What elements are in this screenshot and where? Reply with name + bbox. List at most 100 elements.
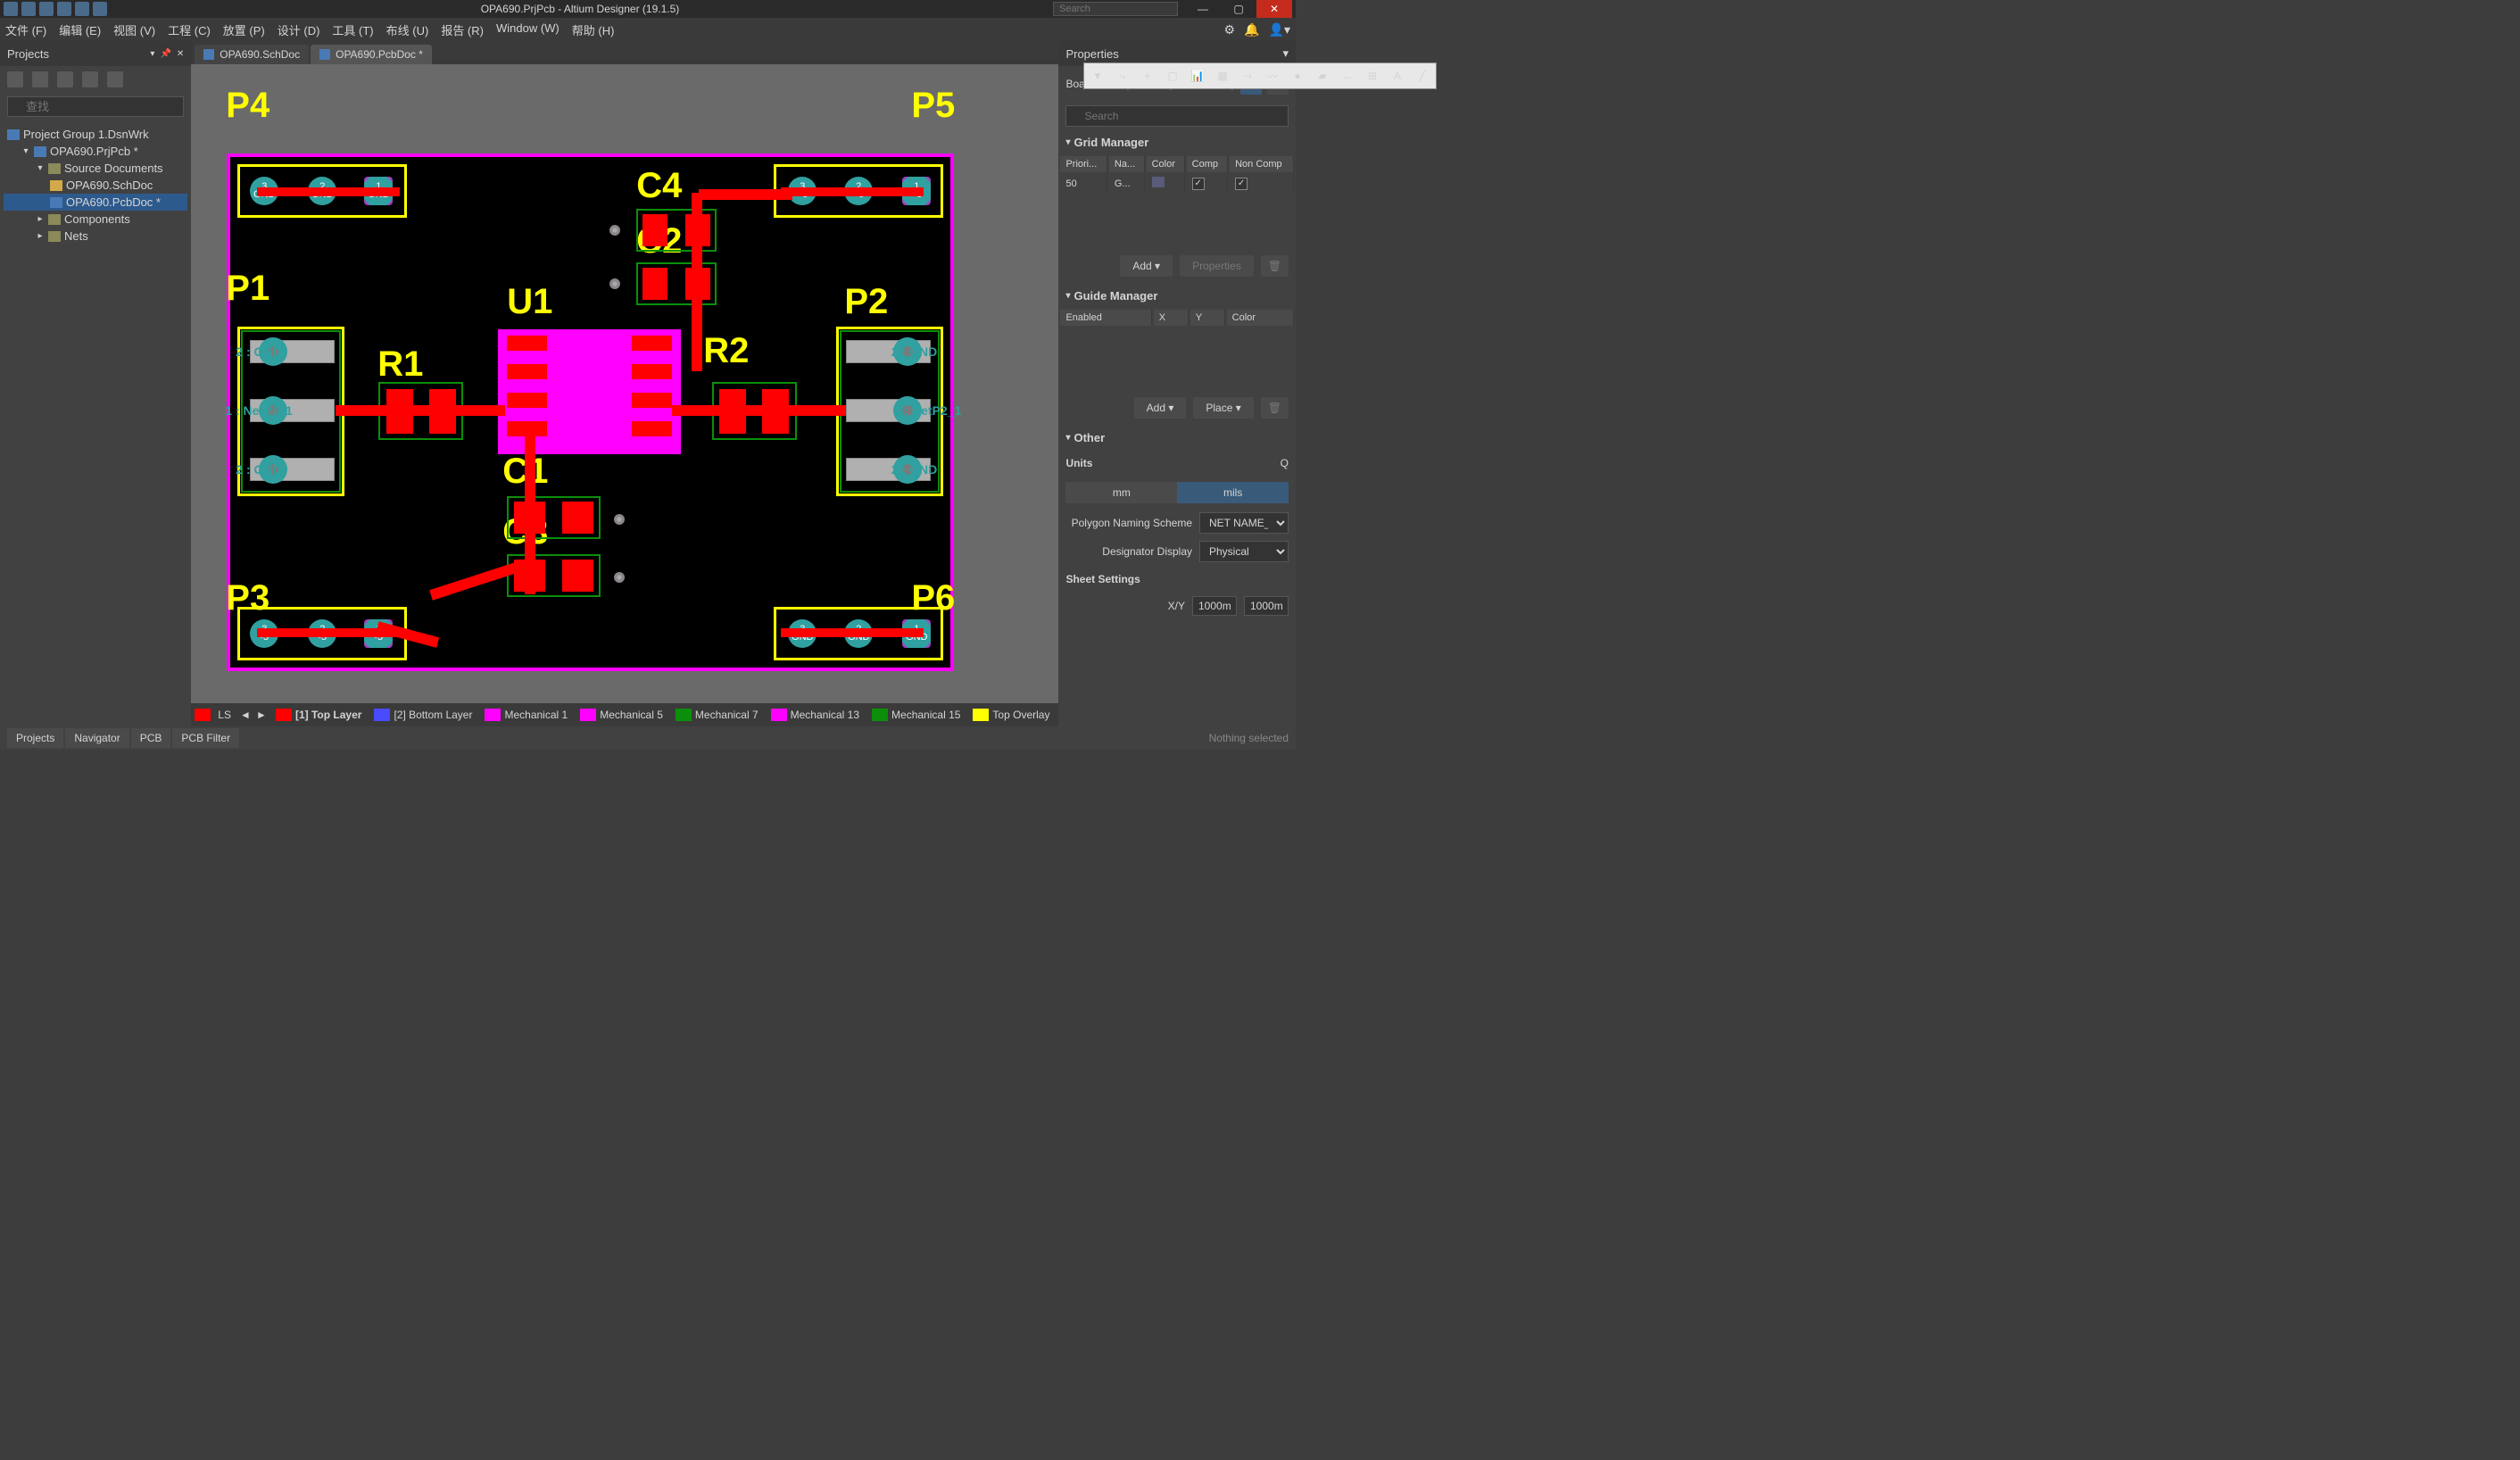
delete-guide-button[interactable]: 🗑 [1261,397,1289,419]
toolbar-icon[interactable] [7,71,23,87]
panel-menu-icon[interactable]: ▾ [1282,46,1289,61]
text-icon[interactable]: A [1386,65,1409,87]
pad-c2[interactable] [642,268,667,300]
properties-button[interactable]: Properties [1180,255,1254,277]
track[interactable] [692,193,702,371]
qat-icon[interactable] [75,2,89,16]
status-tab-projects[interactable]: Projects [7,728,63,748]
tree-project[interactable]: ▾OPA690.PrjPcb * [4,143,187,160]
menu-tools[interactable]: 工具 (T) [332,21,373,38]
grid-table[interactable]: Priori... Na... Color Comp Non Comp 50 G… [1058,154,1296,195]
noncomp-checkbox[interactable]: ✓ [1235,178,1248,190]
track[interactable] [699,189,792,200]
des-p1[interactable]: P1 [226,269,269,309]
layer-m5[interactable]: Mechanical 5 [575,707,668,723]
col-enabled[interactable]: Enabled [1060,310,1151,326]
place-line-icon[interactable]: + [1136,65,1159,87]
layer-top[interactable]: [1] Top Layer [270,707,367,723]
col-color[interactable]: Color [1227,310,1294,326]
route-icon[interactable]: ⤳ [1236,65,1259,87]
col-noncomp[interactable]: Non Comp [1230,156,1294,172]
via[interactable] [614,572,625,583]
pad-u1[interactable] [632,421,672,436]
projects-search[interactable] [7,96,184,117]
maximize-button[interactable]: ▢ [1221,0,1256,18]
pad-u1[interactable] [632,336,672,351]
menu-view[interactable]: 视图 (V) [113,21,155,38]
via[interactable] [609,225,620,236]
qat-icon[interactable] [4,2,18,16]
menu-design[interactable]: 设计 (D) [278,21,320,38]
place-dim-icon[interactable]: 📊 [1186,65,1209,87]
des-u1[interactable]: U1 [507,282,552,322]
qat-icon[interactable] [39,2,54,16]
col-priority[interactable]: Priori... [1060,156,1107,172]
tree-components[interactable]: ▸Components [4,211,187,228]
status-tab-filter[interactable]: PCB Filter [172,728,239,748]
add-guide-button[interactable]: Add ▾ [1134,397,1187,419]
des-c4[interactable]: C4 [636,166,682,206]
des-p2[interactable]: P2 [844,282,888,322]
close-button[interactable]: ✕ [1256,0,1292,18]
section-guide-manager[interactable]: Guide Manager [1058,284,1296,308]
y-input[interactable] [1244,596,1289,616]
menu-reports[interactable]: 报告 (R) [441,21,484,38]
track[interactable] [336,405,505,416]
add-button[interactable]: Add ▾ [1120,255,1173,277]
pad-u1[interactable] [507,336,547,351]
layer-m15[interactable]: Mechanical 15 [866,707,966,723]
pad-u1[interactable] [632,364,672,379]
track[interactable] [781,628,924,637]
col-x[interactable]: X [1154,310,1189,326]
panel-menu-icon[interactable]: ▾ [150,49,154,59]
des-r1[interactable]: R1 [377,344,423,385]
layer-bottom[interactable]: [2] Bottom Layer [369,707,477,723]
col-color[interactable]: Color [1147,156,1185,172]
layer-overlay[interactable]: Top Overlay [967,707,1055,723]
comp-checkbox[interactable]: ✓ [1192,178,1205,190]
tree-pcb[interactable]: OPA690.PcbDoc * [4,194,187,211]
section-grid-manager[interactable]: Grid Manager [1058,130,1296,154]
track[interactable] [257,187,400,196]
pad-u1[interactable] [632,393,672,408]
track[interactable] [781,187,924,196]
polygon-naming-select[interactable]: NET NAME_LXC [1199,512,1289,534]
layer-next[interactable]: ► [254,709,269,721]
menu-route[interactable]: 布线 (U) [386,21,429,38]
align-icon[interactable]: ⤷ [1111,65,1134,87]
user-icon[interactable]: 👤▾ [1269,22,1290,37]
layer-ls[interactable]: LS [212,707,236,723]
via[interactable] [614,514,625,525]
unit-mils[interactable]: mils [1177,482,1289,503]
layer-m7[interactable]: Mechanical 7 [670,707,764,723]
menu-edit[interactable]: 编辑 (E) [59,21,101,38]
units-toggle[interactable]: mm mils [1065,482,1289,503]
via-icon[interactable]: ● [1286,65,1309,87]
qat-icon[interactable] [93,2,107,16]
pad-c1[interactable] [562,502,593,534]
properties-search[interactable] [1065,105,1289,127]
via[interactable] [609,278,620,289]
unit-mm[interactable]: mm [1065,482,1177,503]
track[interactable] [672,405,846,416]
dim2-icon[interactable]: ⊞ [1361,65,1384,87]
qat-icon[interactable] [57,2,71,16]
status-tab-navigator[interactable]: Navigator [65,728,128,748]
pad-u1[interactable] [507,393,547,408]
place-button[interactable]: Place ▾ [1193,397,1253,419]
global-search[interactable] [1053,2,1178,16]
gear-icon[interactable]: ⚙ [1224,22,1236,37]
pin-icon[interactable]: 📌 [160,49,170,59]
delete-button[interactable]: 🗑 [1261,255,1289,277]
menu-project[interactable]: 工程 (C) [168,21,211,38]
minimize-button[interactable]: — [1185,0,1221,18]
pcb-canvas[interactable]: P4 P5 P1 P2 P3 P6 R1 R2 U1 C4 C2 C1 C3 3… [191,64,1058,703]
place-rect-icon[interactable]: ▢ [1161,65,1184,87]
guide-table[interactable]: Enabled X Y Color [1058,308,1296,328]
x-input[interactable] [1192,596,1237,616]
tree-source[interactable]: ▾Source Documents [4,160,187,177]
des-p5[interactable]: P5 [911,86,955,126]
grid-color-swatch[interactable] [1152,177,1165,187]
des-r2[interactable]: R2 [703,331,749,371]
tree-sch[interactable]: OPA690.SchDoc [4,177,187,194]
